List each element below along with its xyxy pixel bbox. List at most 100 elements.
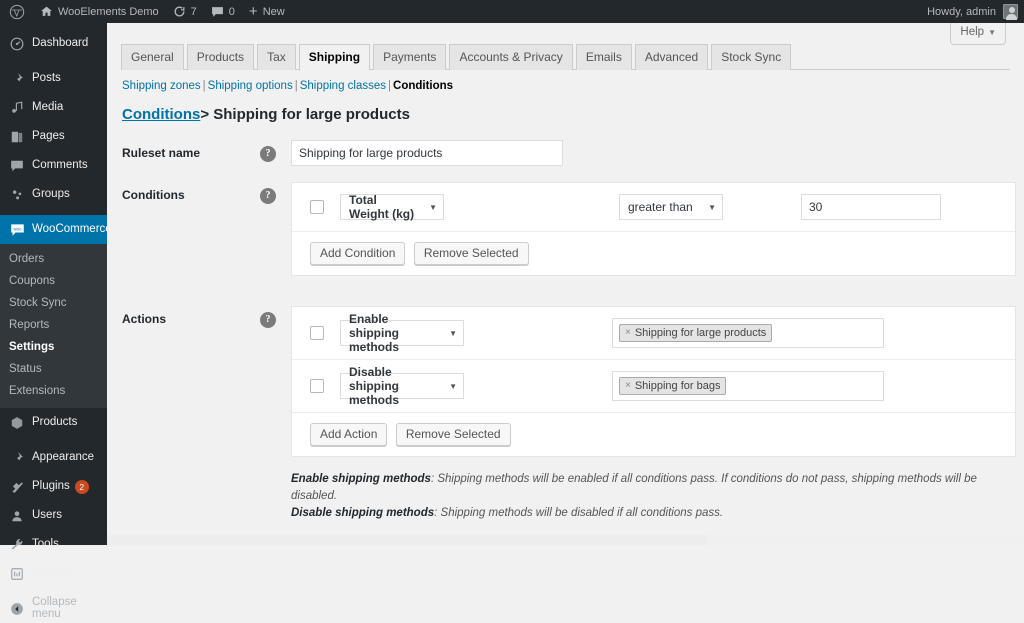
add-condition-button[interactable]: Add Condition — [310, 242, 405, 265]
help-question-icon[interactable]: ? — [260, 188, 276, 204]
enable-note-term: Enable shipping methods — [291, 473, 431, 485]
media-icon — [9, 100, 25, 116]
condition-field-select[interactable]: Total Weight (kg) ▼ — [340, 194, 444, 220]
collapse-menu-label: Collapse menu — [32, 597, 107, 620]
subnav-shipping-classes[interactable]: Shipping classes — [300, 80, 386, 92]
sidebar-item-media[interactable]: Media — [0, 93, 107, 122]
action-methods-multiselect[interactable]: × Shipping for large products — [612, 318, 884, 348]
chevron-down-icon: ▼ — [449, 329, 457, 338]
woocommerce-submenu: Orders Coupons Stock Sync Reports Settin… — [0, 244, 107, 408]
submenu-item-extensions[interactable]: Extensions — [0, 380, 107, 402]
ruleset-name-field — [291, 140, 1010, 166]
action-type-select[interactable]: Enable shipping methods ▼ — [340, 320, 464, 346]
sidebar-item-appearance[interactable]: Appearance — [0, 443, 107, 472]
tab-payments[interactable]: Payments — [373, 44, 446, 70]
submenu-item-settings[interactable]: Settings — [0, 336, 107, 358]
conditions-field: Total Weight (kg) ▼ greater than ▼ Add C… — [291, 182, 1016, 276]
scrollbar-thumb[interactable] — [107, 535, 707, 545]
tab-accounts-privacy[interactable]: Accounts & Privacy — [449, 44, 572, 70]
disable-note: Disable shipping methods: Shipping metho… — [291, 505, 1016, 522]
tab-stock-sync[interactable]: Stock Sync — [711, 44, 791, 70]
tab-general[interactable]: General — [121, 44, 184, 70]
updates-item[interactable]: 7 — [166, 0, 204, 23]
sidebar-label: Media — [32, 102, 63, 114]
help-question-icon[interactable]: ? — [260, 146, 276, 162]
sidebar-label: Appearance — [32, 452, 94, 464]
plus-icon: + — [249, 6, 258, 18]
site-name-item[interactable]: WooElements Demo — [33, 0, 166, 23]
subnav-shipping-zones[interactable]: Shipping zones — [122, 80, 201, 92]
sidebar-item-pages[interactable]: Pages — [0, 122, 107, 151]
action-row: Enable shipping methods ▼ × Shipping for… — [292, 307, 1015, 360]
sidebar-item-groups[interactable]: Groups — [0, 180, 107, 209]
breadcrumb-conditions-link[interactable]: Conditions — [122, 106, 200, 123]
sidebar-item-settings[interactable]: Settings — [0, 559, 107, 588]
help-button[interactable]: Help▼ — [950, 23, 1006, 45]
action-type-select[interactable]: Disable shipping methods ▼ — [340, 373, 464, 399]
selected-method-tag[interactable]: × Shipping for bags — [619, 377, 726, 395]
checkbox-unchecked-icon[interactable] — [310, 379, 324, 393]
action-row: Disable shipping methods ▼ × Shipping fo… — [292, 360, 1015, 413]
sidebar-item-users[interactable]: Users — [0, 501, 107, 530]
remove-tag-icon[interactable]: × — [625, 326, 631, 340]
avatar-icon — [1003, 4, 1018, 19]
subnav-shipping-options[interactable]: Shipping options — [208, 80, 293, 92]
subnav-separator: | — [295, 80, 298, 92]
main-content: Help▼ GeneralProductsTaxShippingPayments… — [107, 23, 1024, 545]
collapse-arrow-icon — [9, 601, 25, 617]
checkbox-unchecked-icon[interactable] — [310, 326, 324, 340]
tab-emails[interactable]: Emails — [576, 44, 632, 70]
conditions-row: Conditions ? Total Weight (kg) ▼ greater… — [122, 182, 1010, 276]
action-methods-multiselect[interactable]: × Shipping for bags — [612, 371, 884, 401]
sidebar-label: Posts — [32, 73, 61, 85]
sidebar-label: Dashboard — [32, 38, 88, 50]
sidebar-item-woocommerce[interactable]: woo WooCommerce — [0, 215, 107, 244]
tab-advanced[interactable]: Advanced — [635, 44, 708, 70]
tab-tax[interactable]: Tax — [257, 44, 296, 70]
sidebar-label: Settings — [32, 568, 74, 580]
plugins-icon — [9, 479, 25, 495]
condition-operator-select[interactable]: greater than ▼ — [619, 194, 723, 220]
woocommerce-icon: woo — [9, 222, 25, 238]
remove-tag-icon[interactable]: × — [625, 379, 631, 393]
condition-value-input[interactable] — [801, 194, 941, 220]
actions-label: Actions — [122, 306, 260, 326]
submenu-item-status[interactable]: Status — [0, 358, 107, 380]
sidebar-item-comments[interactable]: Comments — [0, 151, 107, 180]
products-icon — [9, 415, 25, 431]
submenu-item-reports[interactable]: Reports — [0, 314, 107, 336]
svg-text:woo: woo — [13, 226, 22, 231]
subnav-separator: | — [388, 80, 391, 92]
wordpress-logo-icon[interactable] — [0, 0, 33, 23]
remove-selected-conditions-button[interactable]: Remove Selected — [414, 242, 529, 265]
sidebar-item-posts[interactable]: Posts — [0, 64, 107, 93]
sidebar-item-products[interactable]: Products — [0, 408, 107, 437]
new-content-item[interactable]: + New — [242, 0, 292, 23]
subnav-conditions[interactable]: Conditions — [393, 80, 453, 92]
help-question-icon[interactable]: ? — [260, 312, 276, 328]
sidebar-label: Plugins — [32, 481, 70, 493]
sidebar-item-dashboard[interactable]: Dashboard — [0, 29, 107, 58]
account-area[interactable]: Howdy, admin — [927, 4, 1024, 19]
chevron-down-icon: ▼ — [429, 203, 437, 212]
users-icon — [9, 508, 25, 524]
ruleset-name-input[interactable] — [291, 140, 563, 166]
submenu-item-coupons[interactable]: Coupons — [0, 270, 107, 292]
selected-method-label: Shipping for bags — [635, 379, 721, 393]
collapse-menu-button[interactable]: Collapse menu — [0, 594, 107, 623]
comment-bubble-icon — [211, 6, 224, 18]
conditions-panel-footer: Add Condition Remove Selected — [292, 232, 1015, 275]
horizontal-scrollbar[interactable] — [107, 535, 1024, 545]
add-action-button[interactable]: Add Action — [310, 423, 387, 446]
checkbox-unchecked-icon[interactable] — [310, 200, 324, 214]
sidebar-item-plugins[interactable]: Plugins 2 — [0, 472, 107, 501]
condition-field-value: Total Weight (kg) — [349, 193, 419, 221]
ruleset-name-row: Ruleset name ? — [122, 140, 1010, 166]
submenu-item-stock-sync[interactable]: Stock Sync — [0, 292, 107, 314]
comments-item[interactable]: 0 — [204, 0, 242, 23]
tab-products[interactable]: Products — [187, 44, 254, 70]
selected-method-tag[interactable]: × Shipping for large products — [619, 324, 772, 342]
tab-shipping[interactable]: Shipping — [299, 44, 370, 71]
submenu-item-orders[interactable]: Orders — [0, 248, 107, 270]
remove-selected-actions-button[interactable]: Remove Selected — [396, 423, 511, 446]
